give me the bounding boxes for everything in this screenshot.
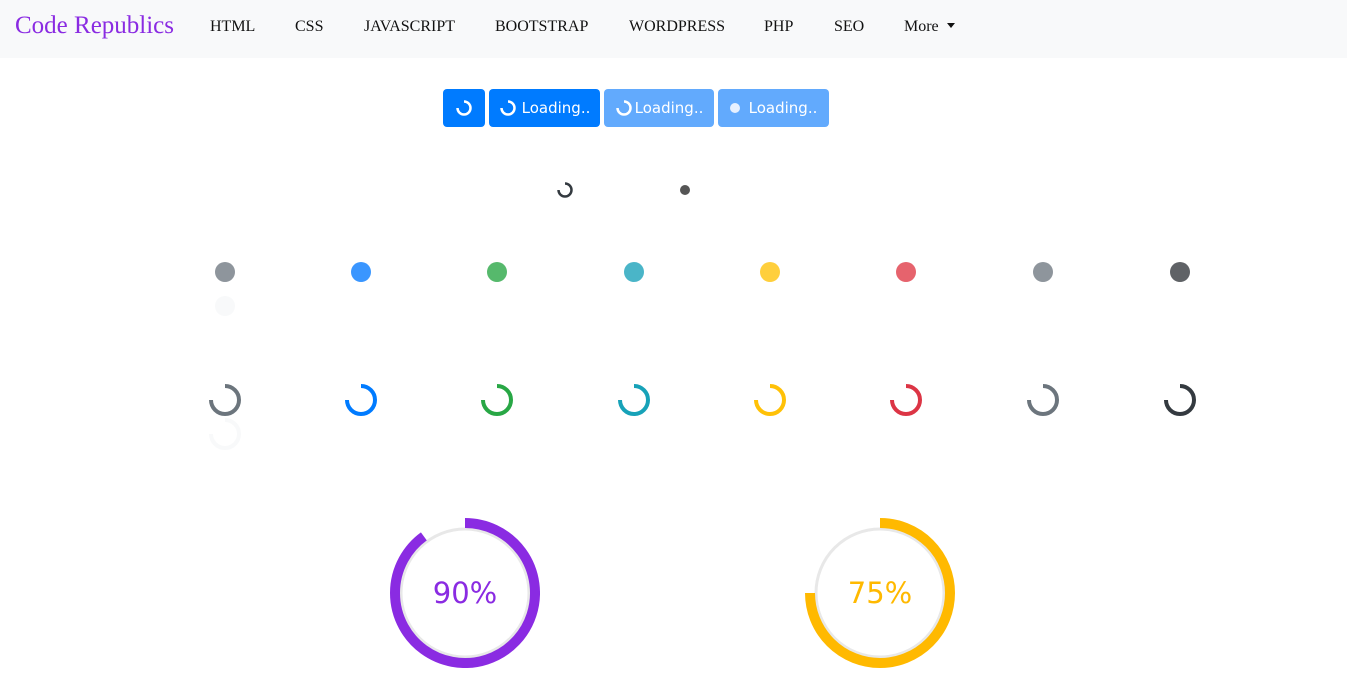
spinner-grow-danger [896, 262, 916, 282]
loading-button-icon-only[interactable] [443, 89, 485, 127]
spinner-border-icon [557, 182, 573, 198]
progress-circle-90: 90% [390, 518, 540, 668]
spinner-grow-warning [760, 262, 780, 282]
nav-item-seo[interactable]: SEO [834, 18, 864, 36]
nav-item-more-label: More [904, 18, 939, 35]
spinner-border-icon [615, 100, 632, 116]
spinner-border-secondary [209, 384, 241, 416]
nav-item-wordpress[interactable]: WORDPRESS [629, 18, 725, 36]
spinner-grow-icon [680, 185, 690, 195]
nav-item-more-dropdown[interactable]: More [904, 18, 955, 36]
spinner-border-dark [1164, 384, 1196, 416]
spinner-border-light [209, 418, 241, 450]
spinner-border-icon [499, 100, 516, 116]
caret-down-icon [946, 23, 955, 28]
nav-item-javascript[interactable]: JAVASCRIPT [364, 18, 455, 36]
brand-logo[interactable]: Code Republics [15, 12, 174, 40]
progress-percent-label: 75% [847, 576, 913, 610]
loading-button-label: Loading.. [748, 99, 818, 117]
loading-button[interactable]: Loading.. [489, 89, 600, 127]
spinner-grow-info [624, 262, 644, 282]
spinner-grow-primary [351, 262, 371, 282]
spinner-grow-light [215, 296, 235, 316]
spinner-grow-success [487, 262, 507, 282]
loading-button-label: Loading.. [521, 99, 591, 117]
progress-percent-label: 90% [432, 576, 498, 610]
spinner-border-warning [754, 384, 786, 416]
spinner-grow-secondary [215, 262, 235, 282]
spinner-border-primary [345, 384, 377, 416]
spinner-grow-icon [729, 103, 740, 113]
loading-button-grow-disabled[interactable]: Loading.. [718, 89, 829, 127]
spinner-border-info [618, 384, 650, 416]
nav-item-html[interactable]: HTML [210, 18, 255, 36]
loading-button-disabled[interactable]: Loading.. [604, 89, 714, 127]
loading-button-label: Loading.. [634, 99, 704, 117]
nav-item-bootstrap[interactable]: BOOTSTRAP [495, 18, 588, 36]
navbar: Code Republics HTML CSS JAVASCRIPT BOOTS… [0, 0, 1347, 58]
nav-item-css[interactable]: CSS [295, 18, 323, 36]
spinner-border-icon [456, 100, 472, 116]
spinner-border-success [481, 384, 513, 416]
nav-item-php[interactable]: PHP [764, 18, 793, 36]
progress-circle-75: 75% [805, 518, 955, 668]
spinner-grow-secondary [1033, 262, 1053, 282]
spinner-grow-dark [1170, 262, 1190, 282]
spinner-border-secondary [1027, 384, 1059, 416]
spinner-border-danger [890, 384, 922, 416]
